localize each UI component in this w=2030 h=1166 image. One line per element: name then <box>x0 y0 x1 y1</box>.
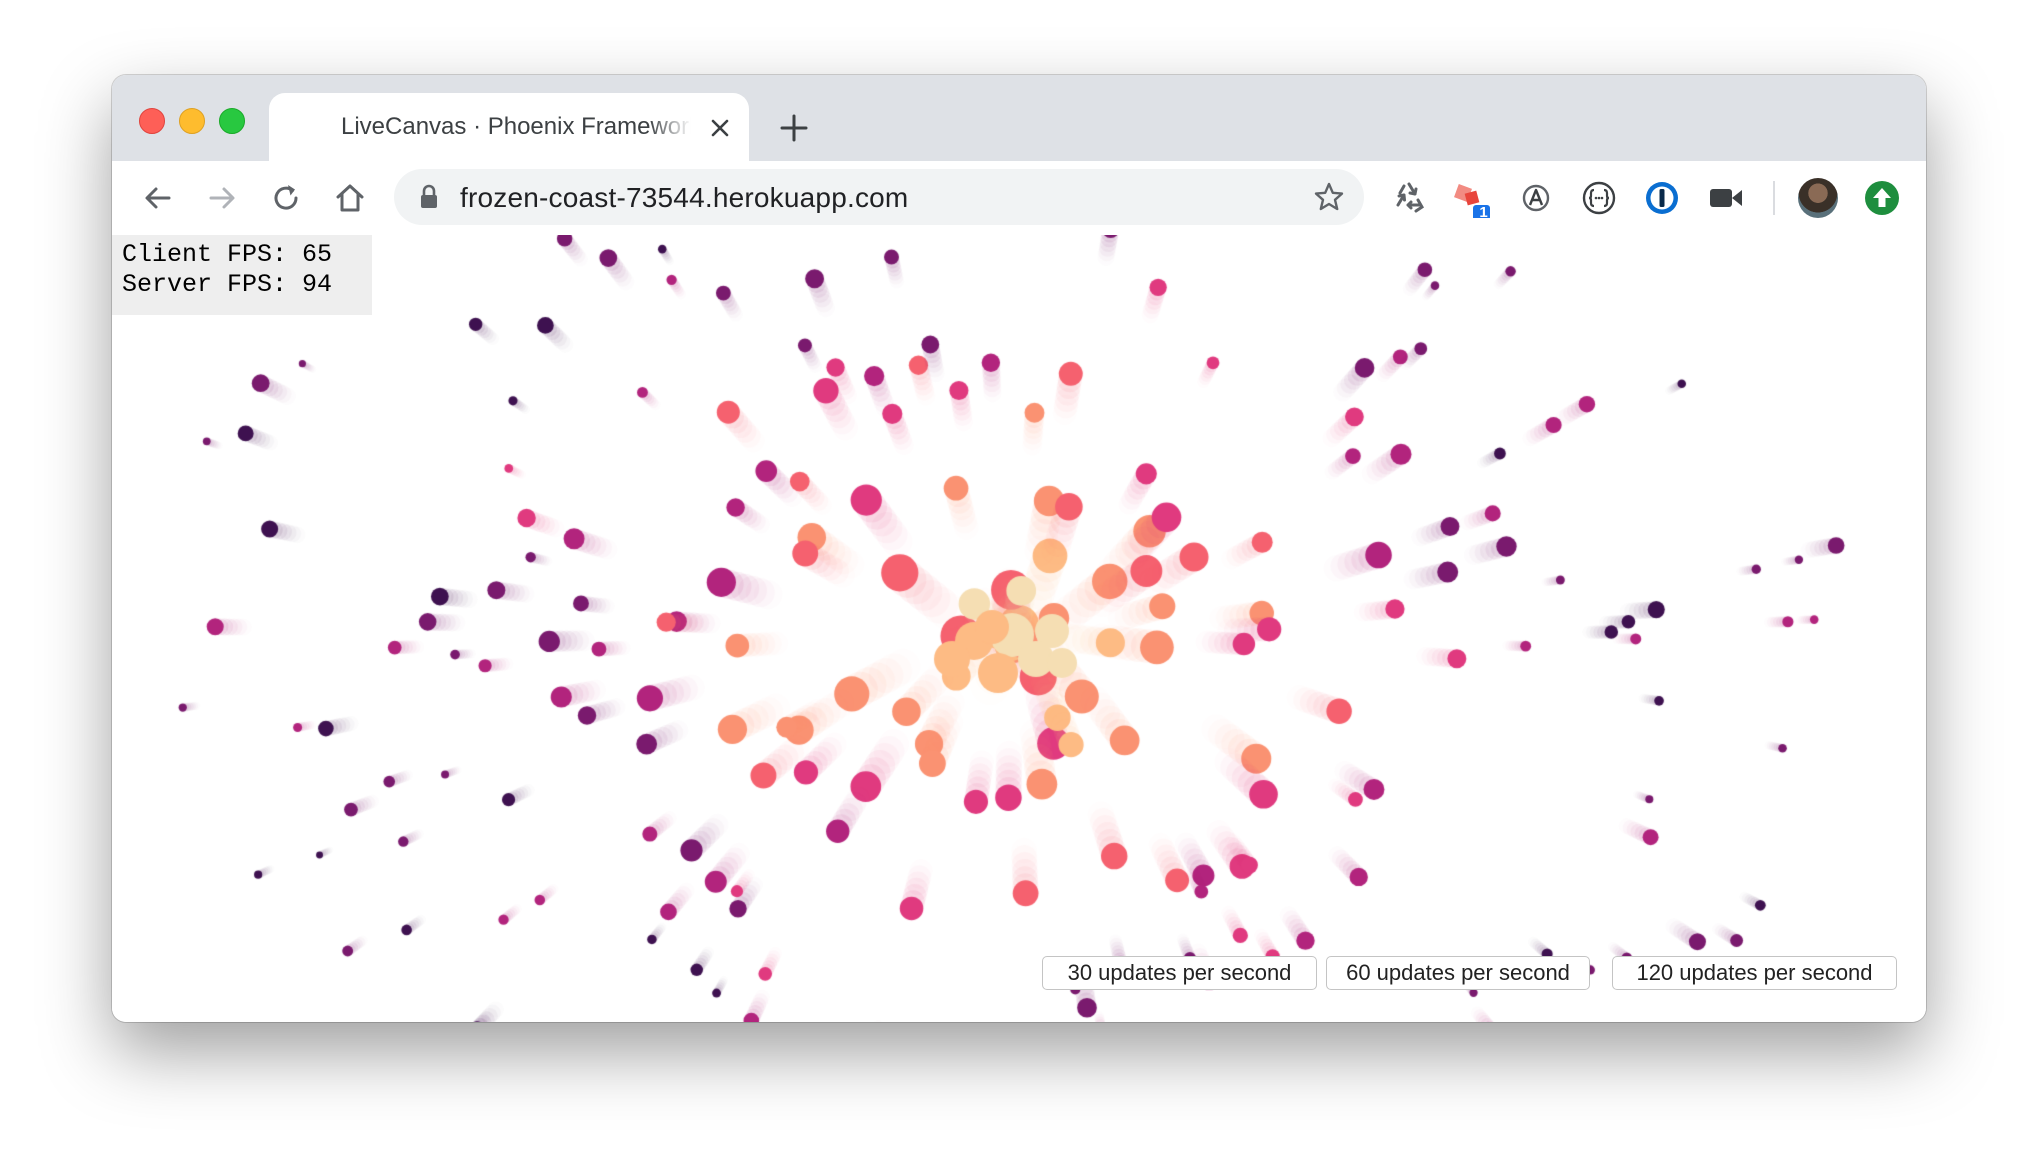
address-bar[interactable]: frozen-coast-73544.herokuapp.com <box>394 169 1364 225</box>
url-text: frozen-coast-73544.herokuapp.com <box>460 182 909 213</box>
particle-canvas[interactable] <box>112 235 1926 1022</box>
profile-avatar[interactable] <box>1798 178 1838 218</box>
lock-icon[interactable] <box>418 184 440 210</box>
reload-icon[interactable] <box>268 180 304 216</box>
home-icon[interactable] <box>332 180 368 216</box>
tab-strip: LiveCanvas · Phoenix Framework <box>112 75 1926 161</box>
browser-window: LiveCanvas · Phoenix Framework frozen-co… <box>112 75 1926 1022</box>
minimize-window-button[interactable] <box>179 108 205 134</box>
close-window-button[interactable] <box>139 108 165 134</box>
rate-30-button[interactable]: 30 updates per second <box>1042 956 1317 990</box>
rate-60-button[interactable]: 60 updates per second <box>1326 956 1590 990</box>
browser-tab[interactable]: LiveCanvas · Phoenix Framework <box>269 93 749 161</box>
browser-toolbar: frozen-coast-73544.herokuapp.com 1 <box>112 161 1926 236</box>
client-fps-label: Client FPS: <box>122 240 288 269</box>
rate-120-button[interactable]: 120 updates per second <box>1612 956 1897 990</box>
server-fps-line: Server FPS: 94 <box>122 270 372 300</box>
back-icon[interactable] <box>140 180 176 216</box>
extension-badge: 1 <box>1479 204 1488 221</box>
password-manager-icon[interactable] <box>1642 178 1682 218</box>
close-tab-icon[interactable] <box>709 117 731 139</box>
maximize-window-button[interactable] <box>219 108 245 134</box>
client-fps-line: Client FPS: 65 <box>122 240 372 270</box>
translate-icon[interactable] <box>1516 178 1556 218</box>
shapes-extension-button[interactable]: 1 <box>1452 178 1492 222</box>
server-fps-value: 94 <box>302 270 333 299</box>
tab-title: LiveCanvas · Phoenix Framework <box>341 113 691 140</box>
page-content: Client FPS: 65 Server FPS: 94 30 updates… <box>112 235 1926 1022</box>
update-arrow-icon[interactable] <box>1862 178 1902 218</box>
client-fps-value: 65 <box>302 240 333 269</box>
fps-counter: Client FPS: 65 Server FPS: 94 <box>112 235 372 315</box>
toolbar-divider <box>1773 181 1775 215</box>
bookmark-star-icon[interactable] <box>1312 180 1346 214</box>
new-tab-icon[interactable] <box>779 113 809 143</box>
recycle-icon[interactable] <box>1389 178 1429 218</box>
server-fps-label: Server FPS: <box>122 270 288 299</box>
json-icon[interactable] <box>1579 178 1619 218</box>
forward-icon[interactable] <box>204 180 240 216</box>
video-camera-icon[interactable] <box>1706 178 1746 218</box>
